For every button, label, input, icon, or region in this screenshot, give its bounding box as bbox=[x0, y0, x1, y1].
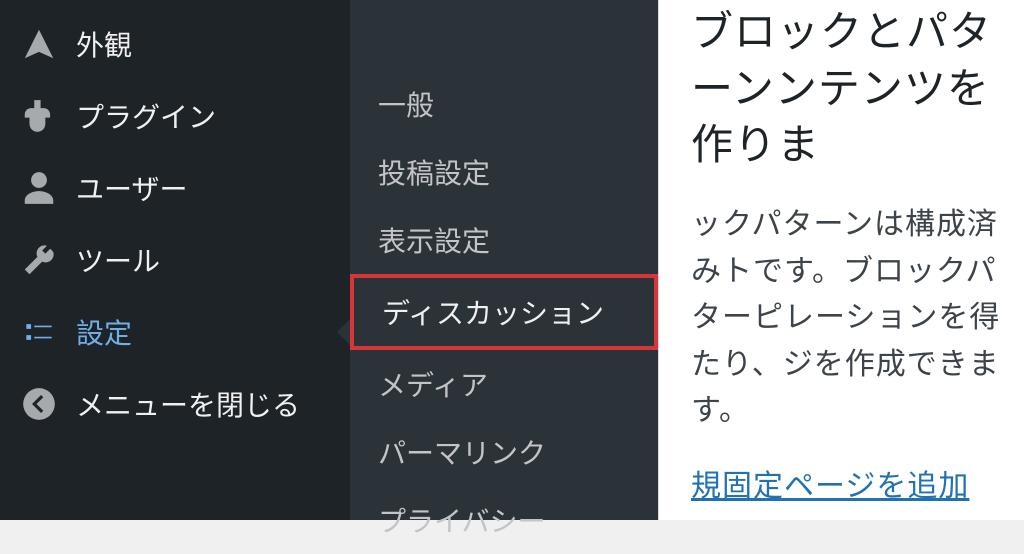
tools-icon bbox=[20, 241, 58, 279]
sidebar-item-label: 設定 bbox=[76, 312, 132, 352]
settings-icon bbox=[20, 313, 58, 351]
submenu-item-writing[interactable]: 投稿設定 bbox=[350, 138, 658, 206]
sidebar-item-label: メニューを閉じる bbox=[76, 384, 300, 424]
sidebar-item-label: 外観 bbox=[76, 24, 132, 64]
admin-sidebar: 外観 プラグイン ユーザー ツール 設定 メニューを閉じる bbox=[0, 0, 350, 520]
settings-submenu: 一般 投稿設定 表示設定 ディスカッション メディア パーマリンク プライバシー bbox=[350, 0, 658, 520]
plugins-icon bbox=[20, 97, 58, 135]
add-new-page-link[interactable]: 規固定ページを追加 bbox=[691, 470, 969, 503]
users-icon bbox=[20, 169, 58, 207]
sidebar-item-label: プラグイン bbox=[76, 96, 216, 136]
collapse-icon bbox=[20, 385, 58, 423]
submenu-item-media[interactable]: メディア bbox=[350, 350, 658, 418]
content-heading: ブロックとパターンンテンツを作りま bbox=[691, 4, 1016, 174]
appearance-icon bbox=[20, 25, 58, 63]
submenu-item-discussion[interactable]: ディスカッション bbox=[350, 274, 658, 350]
submenu-item-reading[interactable]: 表示設定 bbox=[350, 206, 658, 274]
submenu-item-permalinks[interactable]: パーマリンク bbox=[350, 418, 658, 486]
content-paragraph: ックパターンは構成済みトです。ブロックパターピレーションを得たり、ジを作成できま… bbox=[691, 202, 1016, 435]
sidebar-item-label: ツール bbox=[76, 240, 160, 280]
sidebar-item-users[interactable]: ユーザー bbox=[0, 152, 350, 224]
sidebar-item-collapse[interactable]: メニューを閉じる bbox=[0, 368, 350, 440]
sidebar-item-tools[interactable]: ツール bbox=[0, 224, 350, 296]
content-area: ブロックとパターンンテンツを作りま ックパターンは構成済みトです。ブロックパター… bbox=[658, 0, 1024, 520]
submenu-item-general[interactable]: 一般 bbox=[350, 70, 658, 138]
sidebar-item-plugins[interactable]: プラグイン bbox=[0, 80, 350, 152]
sidebar-item-appearance[interactable]: 外観 bbox=[0, 8, 350, 80]
sidebar-item-label: ユーザー bbox=[76, 168, 187, 208]
submenu-item-privacy[interactable]: プライバシー bbox=[350, 486, 658, 554]
sidebar-item-settings[interactable]: 設定 bbox=[0, 296, 350, 368]
